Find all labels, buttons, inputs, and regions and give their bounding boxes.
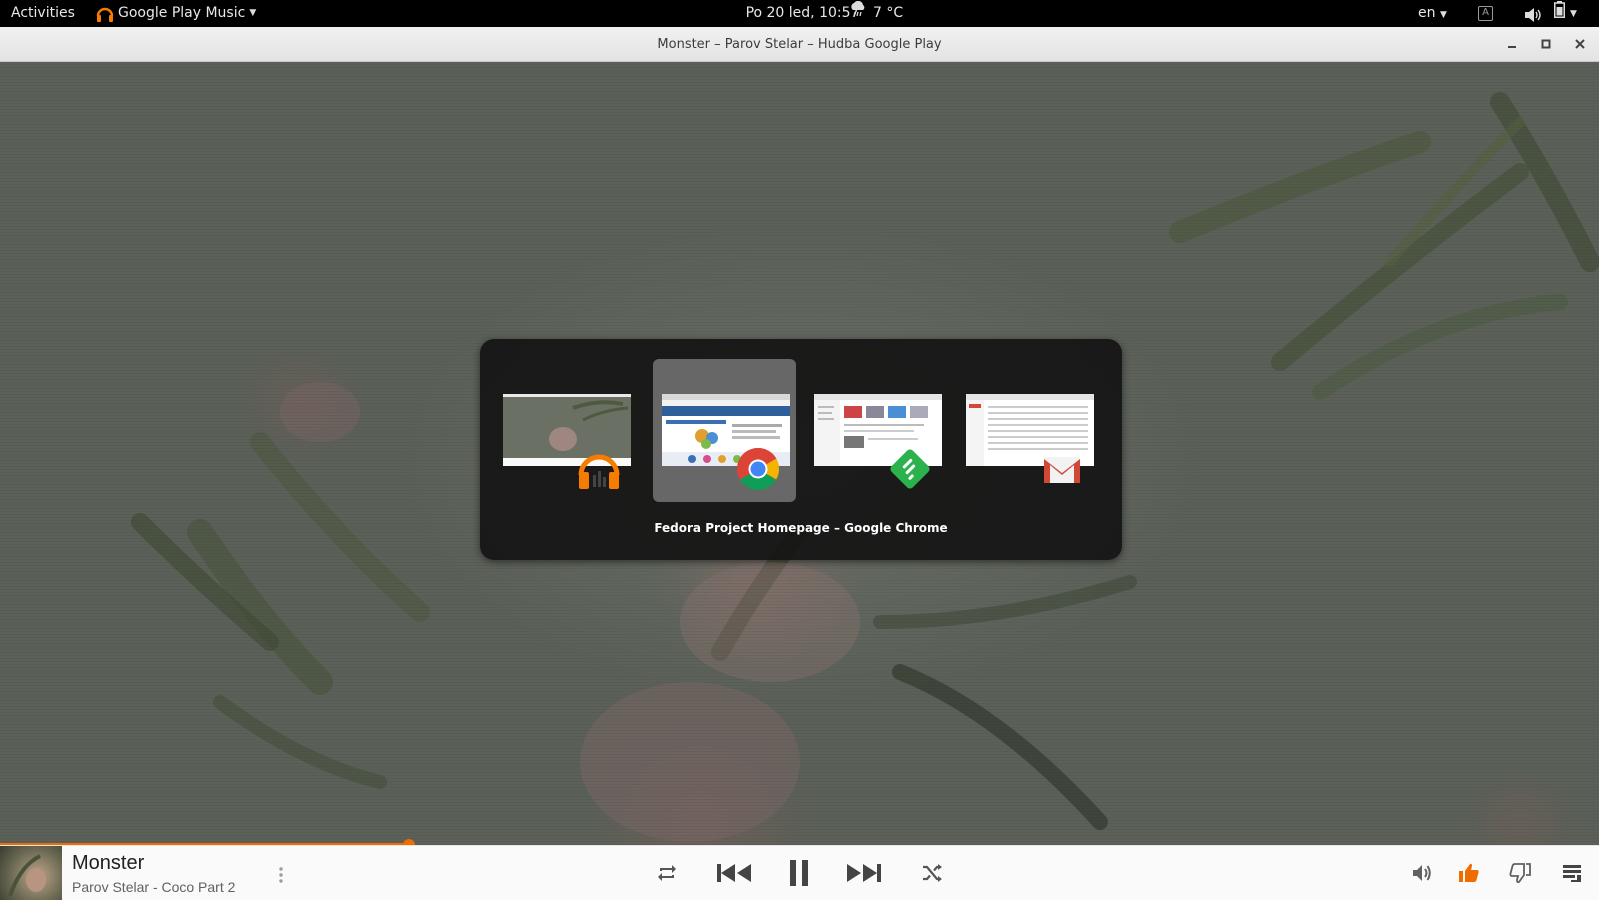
- switcher-item-play-music[interactable]: [494, 359, 637, 502]
- switcher-item-gmail[interactable]: [957, 359, 1100, 502]
- thumbs-down-button[interactable]: [1500, 856, 1540, 890]
- track-title[interactable]: Monster: [72, 852, 144, 875]
- pause-icon: [790, 860, 808, 886]
- chevron-down-icon: ▼: [1570, 8, 1577, 19]
- weather-temperature: 7 °C: [873, 5, 904, 21]
- headphones-icon: [575, 445, 623, 493]
- switcher-item-feedly[interactable]: [805, 359, 948, 502]
- chevron-down-icon: ▼: [1439, 10, 1447, 20]
- minimize-button[interactable]: [1504, 36, 1520, 52]
- app-menu-label: Google Play Music: [118, 5, 246, 21]
- maximize-button[interactable]: [1538, 36, 1554, 52]
- shuffle-button[interactable]: [912, 856, 952, 890]
- language-indicator[interactable]: en ▼: [1418, 0, 1447, 27]
- feedly-icon: [886, 445, 934, 493]
- language-label: en: [1418, 5, 1436, 21]
- volume-button[interactable]: [1402, 856, 1442, 890]
- weather-indicator[interactable]: 7 °C: [849, 0, 903, 27]
- switcher-window-title: Fedora Project Homepage – Google Chrome: [654, 521, 948, 535]
- headphones-icon: [96, 3, 114, 25]
- gmail-icon: [1038, 445, 1086, 493]
- switcher-item-chrome[interactable]: [653, 359, 796, 502]
- previous-button[interactable]: [715, 856, 755, 890]
- volume-icon[interactable]: [1524, 6, 1542, 22]
- shuffle-icon: [923, 864, 942, 882]
- skip-previous-icon: [717, 864, 751, 882]
- app-menu[interactable]: Google Play Music ▼: [96, 0, 256, 27]
- window-title: Monster – Parov Stelar – Hudba Google Pl…: [657, 37, 942, 52]
- repeat-button[interactable]: [647, 856, 687, 890]
- chevron-down-icon: ▼: [249, 8, 257, 18]
- thumbs-down-icon: [1509, 863, 1531, 884]
- activities-button[interactable]: Activities: [11, 0, 75, 27]
- more-vert-icon[interactable]: [276, 866, 286, 884]
- cloud-rain-icon: [849, 0, 867, 27]
- next-button[interactable]: [843, 856, 883, 890]
- window-titlebar[interactable]: Monster – Parov Stelar – Hudba Google Pl…: [0, 27, 1599, 62]
- battery-icon: [1554, 0, 1565, 28]
- pause-button[interactable]: [779, 856, 819, 890]
- app-switcher: Fedora Project Homepage – Google Chrome: [480, 339, 1122, 560]
- queue-music-icon: [1563, 865, 1581, 882]
- system-menu[interactable]: ▼: [1554, 0, 1577, 23]
- accessibility-icon[interactable]: A: [1478, 6, 1493, 21]
- thumbs-up-button[interactable]: [1449, 856, 1489, 890]
- album-art-thumbnail[interactable]: [0, 846, 62, 900]
- close-button[interactable]: [1572, 36, 1588, 52]
- queue-button[interactable]: [1552, 856, 1592, 890]
- clock[interactable]: Po 20 led, 10:57: [740, 5, 860, 21]
- skip-next-icon: [847, 864, 881, 882]
- gnome-top-bar: Activities Google Play Music ▼ Po 20 led…: [0, 0, 1599, 27]
- track-artist[interactable]: Parov Stelar - Coco Part 2: [72, 879, 235, 895]
- chrome-icon: [734, 445, 782, 493]
- repeat-icon: [658, 865, 676, 881]
- thumbs-up-icon: [1459, 863, 1479, 882]
- volume-up-icon: [1413, 865, 1431, 881]
- player-bar: Monster Parov Stelar - Coco Part 2: [0, 845, 1599, 900]
